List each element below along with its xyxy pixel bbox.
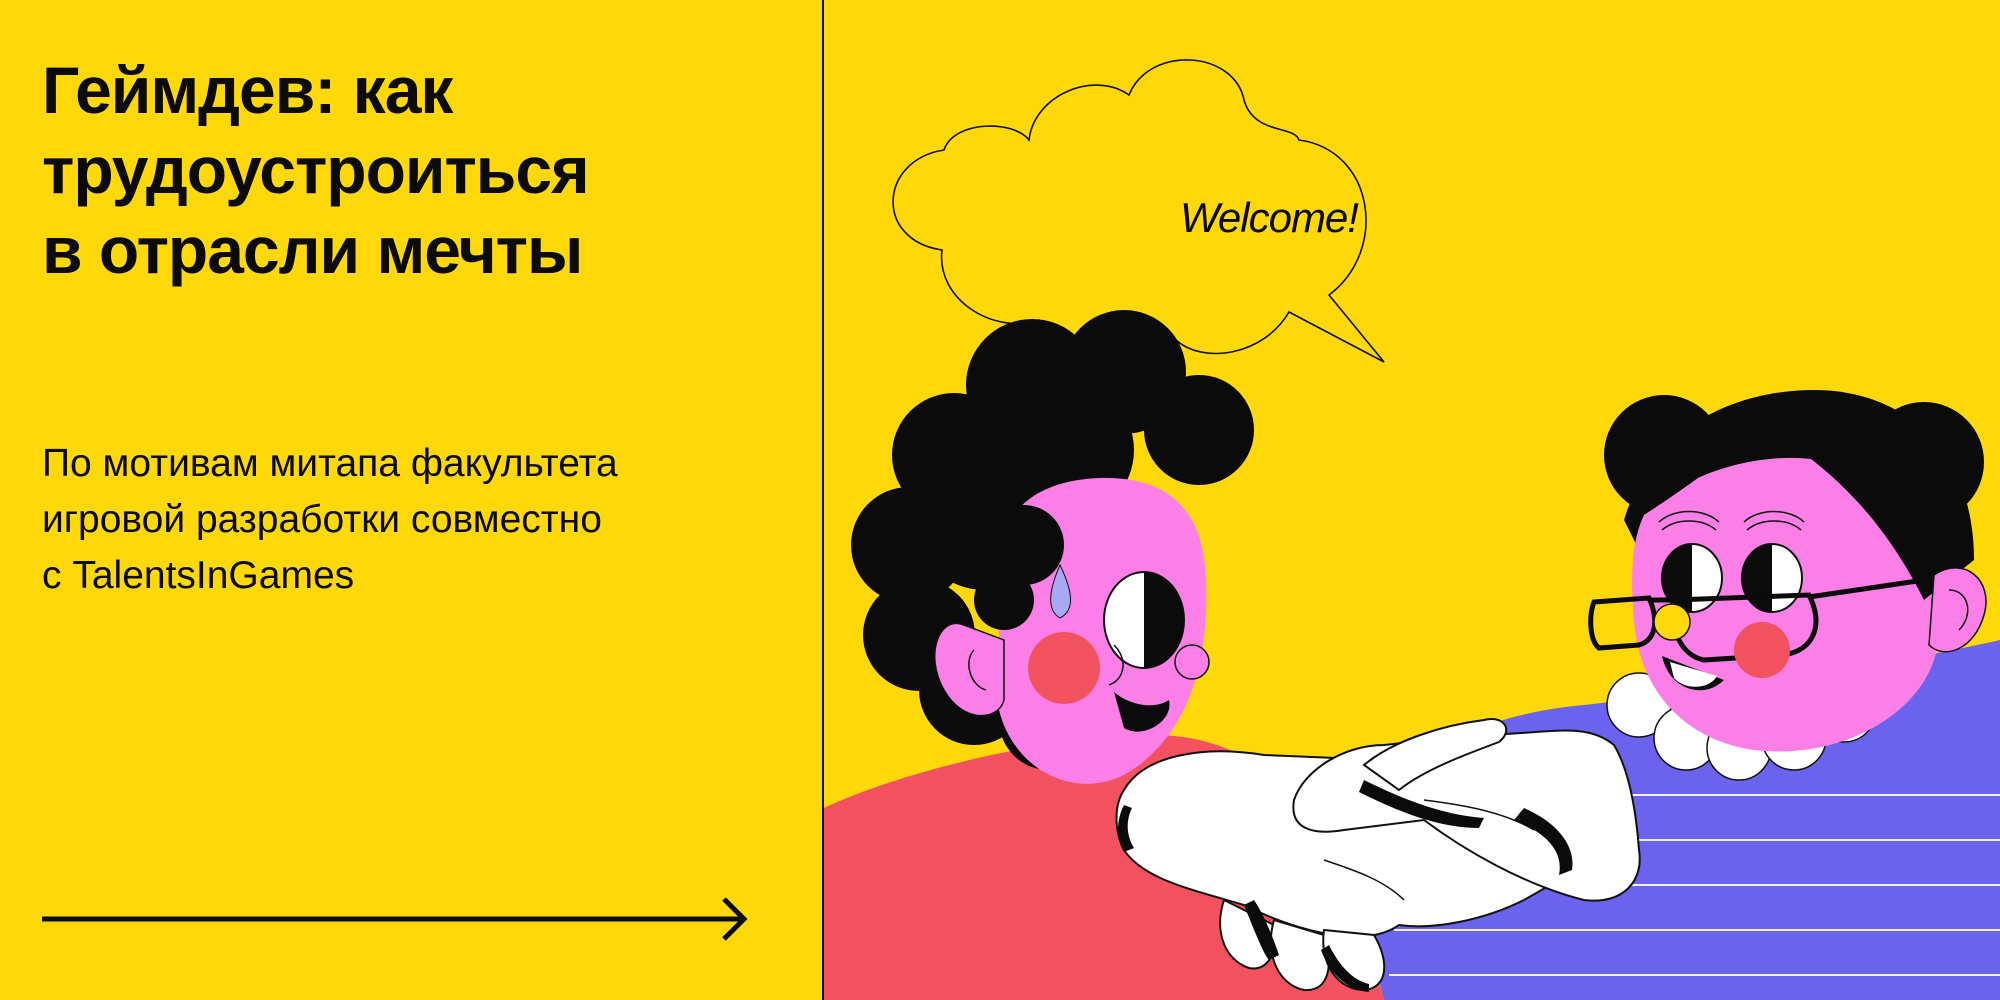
title-line-2: трудоустроиться <box>42 133 590 207</box>
subtitle-line-3: с TalentsInGames <box>42 554 355 597</box>
banner: Геймдев: как трудоустроиться в отрасли м… <box>0 0 2000 1000</box>
text-panel: Геймдев: как трудоустроиться в отрасли м… <box>0 0 822 1000</box>
page-title: Геймдев: как трудоустроиться в отрасли м… <box>42 50 802 290</box>
arrow-right-icon[interactable] <box>40 894 760 944</box>
subtitle-line-1: По мотивам митапа факультета <box>42 442 618 485</box>
handshake-illustration: Welcome! <box>824 59 2000 1000</box>
subtitle-line-2: игровой разработки совместно <box>42 498 602 541</box>
speech-bubble-text: Welcome! <box>1180 194 1359 241</box>
title-line-1: Геймдев: как <box>42 53 453 127</box>
title-line-3: в отрасли мечты <box>42 213 583 287</box>
subtitle: По мотивам митапа факультета игровой раз… <box>42 436 802 604</box>
